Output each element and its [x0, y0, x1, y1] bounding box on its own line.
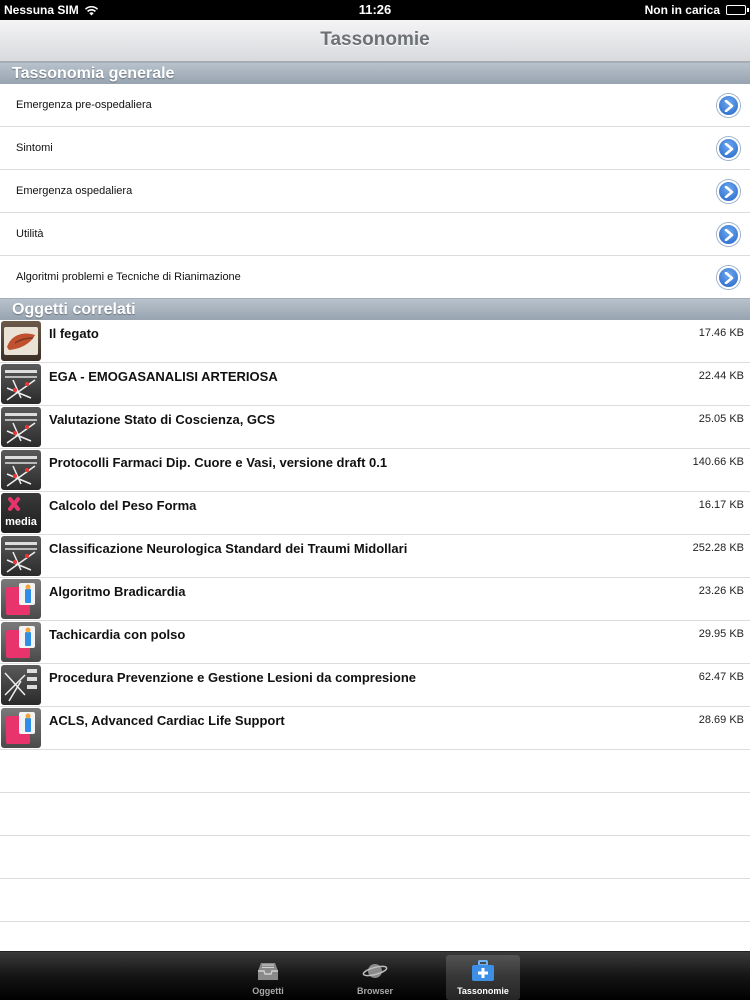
status-bar: Nessuna SIM 11:26 Non in carica	[0, 0, 750, 20]
object-name: ACLS, Advanced Cardiac Life Support	[49, 713, 285, 728]
related-objects-list: Il fegato 17.46 KB EGA - EMOGASANALISI A…	[0, 320, 750, 922]
object-name: Algoritmo Bradicardia	[49, 584, 186, 599]
taxonomy-row[interactable]: Emergenza pre-ospedaliera	[0, 84, 750, 127]
object-row[interactable]: Algoritmo Bradicardia 23.26 KB	[0, 578, 750, 621]
object-row[interactable]: EGA - EMOGASANALISI ARTERIOSA 22.44 KB	[0, 363, 750, 406]
battery-icon	[726, 5, 749, 15]
taxonomy-label: Emergenza ospedaliera	[16, 185, 133, 197]
tab-label: Oggetti	[252, 986, 284, 996]
flowchart-icon	[1, 407, 41, 447]
clock: 11:26	[358, 2, 392, 17]
tab-bar: Oggetti Browser Tassonomie	[0, 951, 750, 1000]
object-size: 29.95 KB	[698, 628, 744, 640]
object-row[interactable]: ACLS, Advanced Cardiac Life Support 28.6…	[0, 707, 750, 750]
document-icon	[1, 622, 41, 662]
empty-row	[0, 793, 750, 836]
medical-kit-icon	[472, 960, 494, 981]
object-size: 62.47 KB	[698, 671, 744, 683]
page-title: Tassonomie	[320, 29, 430, 50]
disclosure-button-icon[interactable]	[717, 180, 740, 203]
object-row[interactable]: Tachicardia con polso 29.95 KB	[0, 621, 750, 664]
object-name: Classificazione Neurologica Standard dei…	[49, 541, 408, 556]
taxonomy-label: Algoritmi problemi e Tecniche di Rianima…	[16, 271, 241, 283]
tab-browser[interactable]: Browser	[338, 955, 412, 1000]
object-size: 23.26 KB	[698, 585, 744, 597]
disclosure-button-icon[interactable]	[717, 266, 740, 289]
object-row[interactable]: media Calcolo del Peso Forma 16.17 KB	[0, 492, 750, 535]
object-size: 140.66 KB	[692, 456, 744, 468]
object-name: Protocolli Farmaci Dip. Cuore e Vasi, ve…	[49, 455, 388, 470]
object-name: Il fegato	[49, 326, 99, 341]
media-icon-label: media	[5, 516, 38, 528]
taxonomy-row[interactable]: Utilità	[0, 213, 750, 256]
object-size: 25.05 KB	[698, 413, 744, 425]
taxonomy-label: Emergenza pre-ospedaliera	[16, 99, 152, 111]
disclosure-button-icon[interactable]	[717, 223, 740, 246]
taxonomy-label: Utilità	[16, 228, 44, 240]
object-row[interactable]: Classificazione Neurologica Standard dei…	[0, 535, 750, 578]
disclosure-button-icon[interactable]	[717, 137, 740, 160]
tab-tassonomie[interactable]: Tassonomie	[446, 955, 520, 1000]
disclosure-button-icon[interactable]	[717, 94, 740, 117]
section-header-related: Oggetti correlati	[0, 298, 750, 320]
object-size: 17.46 KB	[698, 327, 744, 339]
object-size: 252.28 KB	[692, 542, 744, 554]
taxonomy-row[interactable]: Sintomi	[0, 127, 750, 170]
empty-row	[0, 750, 750, 793]
liver-image-icon	[1, 321, 41, 361]
object-row[interactable]: Protocolli Farmaci Dip. Cuore e Vasi, ve…	[0, 449, 750, 492]
object-size: 28.69 KB	[698, 714, 744, 726]
navigation-bar: Tassonomie	[0, 20, 750, 62]
planet-icon	[362, 964, 388, 978]
flowchart-icon	[1, 536, 41, 576]
taxonomy-row[interactable]: Algoritmi problemi e Tecniche di Rianima…	[0, 256, 750, 299]
object-size: 22.44 KB	[698, 370, 744, 382]
flowchart-icon	[1, 665, 41, 705]
taxonomy-row[interactable]: Emergenza ospedaliera	[0, 170, 750, 213]
object-name: Procedura Prevenzione e Gestione Lesioni…	[49, 670, 417, 685]
document-icon	[1, 579, 41, 619]
taxonomy-list: Emergenza pre-ospedaliera Sintomi Emerge…	[0, 84, 750, 299]
object-size: 16.17 KB	[698, 499, 744, 511]
tab-oggetti[interactable]: Oggetti	[231, 955, 305, 1000]
object-row[interactable]: Valutazione Stato di Coscienza, GCS 25.0…	[0, 406, 750, 449]
tab-label: Tassonomie	[457, 986, 509, 996]
tab-label: Browser	[356, 986, 393, 996]
media-icon: media	[1, 493, 41, 533]
object-name: EGA - EMOGASANALISI ARTERIOSA	[49, 369, 278, 384]
document-icon	[1, 708, 41, 748]
object-name: Calcolo del Peso Forma	[49, 498, 197, 513]
section-header-general: Tassonomia generale	[0, 62, 750, 84]
object-row[interactable]: Il fegato 17.46 KB	[0, 320, 750, 363]
empty-row	[0, 836, 750, 879]
taxonomy-label: Sintomi	[16, 142, 53, 154]
object-name: Tachicardia con polso	[49, 627, 186, 642]
flowchart-icon	[1, 450, 41, 490]
empty-row	[0, 879, 750, 922]
flowchart-icon	[1, 364, 41, 404]
object-row[interactable]: Procedura Prevenzione e Gestione Lesioni…	[0, 664, 750, 707]
battery-status: Non in carica	[644, 3, 720, 17]
object-name: Valutazione Stato di Coscienza, GCS	[49, 412, 276, 427]
inbox-icon	[258, 963, 278, 980]
